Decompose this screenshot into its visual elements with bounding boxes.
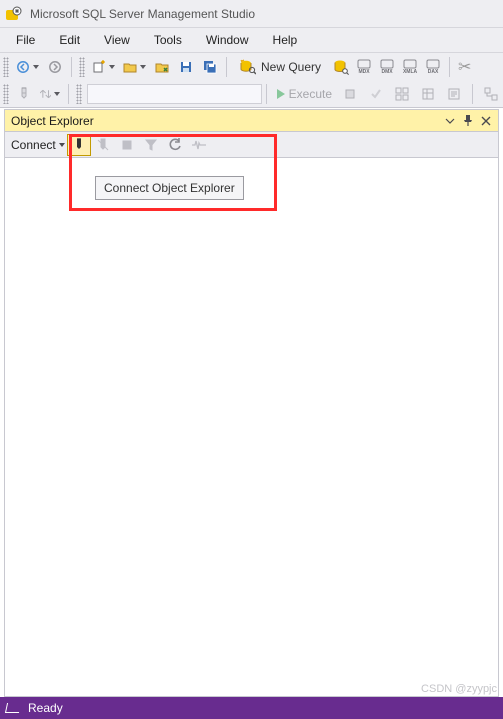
toolbar-separator xyxy=(472,84,473,104)
activity-monitor-button xyxy=(187,134,211,156)
parse-button xyxy=(364,82,388,106)
db-engine-query-button[interactable] xyxy=(330,56,352,78)
panel-close-button[interactable] xyxy=(478,113,494,129)
status-bar: Ready xyxy=(0,697,503,719)
menu-view[interactable]: View xyxy=(92,30,142,50)
toolbar-separator xyxy=(266,84,267,104)
main-toolbar: New Query MDX DMX XMLA DAX ✂ xyxy=(0,52,503,80)
actual-plan-button xyxy=(479,82,503,106)
cut-button[interactable]: ✂ xyxy=(458,57,471,77)
mdx-query-button[interactable]: MDX xyxy=(353,56,375,78)
dax-query-button[interactable]: DAX xyxy=(422,56,444,78)
toolbar-grip[interactable] xyxy=(3,57,9,77)
connect-button[interactable] xyxy=(67,134,91,156)
status-icon xyxy=(5,703,21,713)
connect-menu[interactable]: Connect xyxy=(7,134,67,156)
toolbar-separator xyxy=(68,84,69,104)
open-file-button[interactable] xyxy=(119,55,150,79)
app-title: Microsoft SQL Server Management Studio xyxy=(30,7,255,21)
new-query-label: New Query xyxy=(261,60,321,74)
toolbar-separator xyxy=(226,57,227,77)
menu-bar: File Edit View Tools Window Help xyxy=(0,28,503,52)
xmla-query-button[interactable]: XMLA xyxy=(399,56,421,78)
disconnect-button xyxy=(91,134,115,156)
estimated-plan-button xyxy=(390,82,414,106)
object-explorer-panel: Object Explorer Connect xyxy=(4,109,499,697)
stop-query-button xyxy=(338,82,362,106)
change-connection-button xyxy=(12,82,36,106)
nav-back-button[interactable] xyxy=(12,55,43,79)
save-button[interactable] xyxy=(174,55,198,79)
new-project-button[interactable] xyxy=(88,55,119,79)
change-type-button xyxy=(36,82,64,106)
query-options-button xyxy=(416,82,440,106)
query-toolbar: Execute xyxy=(0,80,503,108)
app-icon xyxy=(6,6,22,22)
panel-toolbar: Connect xyxy=(5,132,498,158)
menu-edit[interactable]: Edit xyxy=(47,30,92,50)
execute-label: Execute xyxy=(289,87,332,101)
status-text: Ready xyxy=(28,701,63,715)
panel-dropdown-button[interactable] xyxy=(442,113,458,129)
watermark: CSDN @zyypjc xyxy=(421,683,497,695)
refresh-button[interactable] xyxy=(163,134,187,156)
stop-button xyxy=(115,134,139,156)
menu-tools[interactable]: Tools xyxy=(142,30,194,50)
dmx-query-button[interactable]: DMX xyxy=(376,56,398,78)
panel-body xyxy=(5,158,498,696)
nav-forward-button[interactable] xyxy=(43,55,67,79)
menu-help[interactable]: Help xyxy=(261,30,310,50)
panel-title: Object Explorer xyxy=(11,114,94,128)
panel-pin-button[interactable] xyxy=(460,113,476,129)
database-selector xyxy=(87,84,262,104)
title-bar: Microsoft SQL Server Management Studio xyxy=(0,0,503,28)
toolbar-grip[interactable] xyxy=(79,57,85,77)
recent-files-button[interactable] xyxy=(150,55,174,79)
play-icon xyxy=(277,89,285,99)
menu-window[interactable]: Window xyxy=(194,30,261,50)
execute-button: Execute xyxy=(271,83,338,105)
toolbar-separator xyxy=(71,57,72,77)
toolbar-separator xyxy=(449,57,450,77)
panel-header: Object Explorer xyxy=(5,110,498,132)
tooltip: Connect Object Explorer xyxy=(95,176,244,200)
new-query-button[interactable]: New Query xyxy=(231,56,330,78)
intellisense-button xyxy=(442,82,466,106)
menu-file[interactable]: File xyxy=(4,30,47,50)
toolbar-grip[interactable] xyxy=(3,84,9,104)
filter-button xyxy=(139,134,163,156)
toolbar-grip[interactable] xyxy=(76,84,82,104)
save-all-button[interactable] xyxy=(198,55,222,79)
